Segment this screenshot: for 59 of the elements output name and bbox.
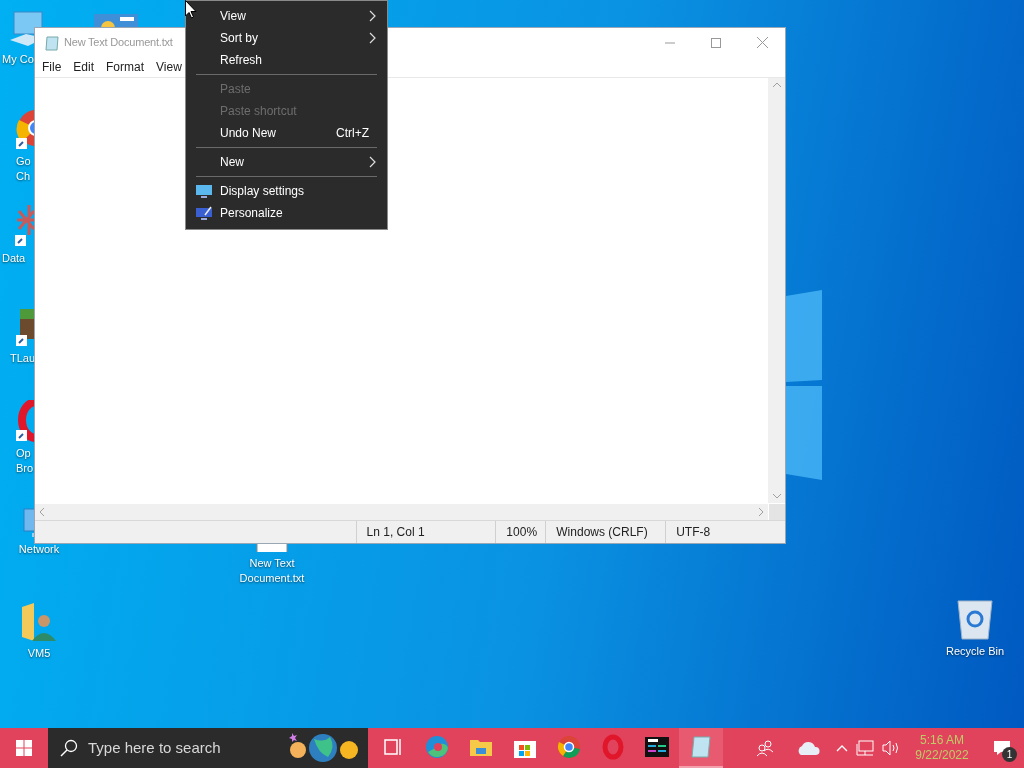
people-icon[interactable] [756,739,774,757]
icon-label[interactable]: Data [2,251,26,266]
clock-date[interactable]: 9/22/2022 [915,748,969,763]
menu-item[interactable]: Undo New Ctrl+Z [186,122,387,144]
notification-count: 1 [1002,747,1017,762]
mouse-pointer-icon [185,0,197,19]
window-title: New Text Document.txt [64,35,173,51]
notepad-icon[interactable] [688,734,714,760]
user-folder-icon [21,602,57,642]
icon-label[interactable]: Recycle Bin [945,644,1005,659]
chrome-icon[interactable] [556,734,582,760]
search-icon [60,739,78,757]
scroll-right-icon[interactable] [759,508,764,516]
icon-label[interactable]: New Text [249,556,295,571]
icon-label[interactable]: Bro [16,461,34,476]
monitor-icon [195,184,213,198]
menu-item[interactable]: File [36,58,68,76]
vertical-scrollbar[interactable] [768,78,785,503]
minimize-icon [665,41,675,44]
maximize-icon [711,37,721,48]
icon-label[interactable]: Go [16,154,31,169]
horizontal-scrollbar[interactable] [35,504,768,520]
menu-item[interactable]: Refresh [186,49,387,71]
icon-label[interactable]: VM5 [27,646,51,661]
menu-item[interactable]: New [186,151,387,173]
icon-label[interactable]: Document.txt [239,571,305,586]
cloud-icon[interactable] [796,740,820,756]
speaker-icon[interactable] [882,740,900,756]
status-text: UTF-8 [676,524,711,541]
scroll-left-icon[interactable] [39,508,44,516]
menu-item[interactable]: View [150,58,188,76]
icon-label[interactable]: My Co [2,52,34,67]
notepad-icon [44,34,60,51]
icon-label[interactable]: Op [16,446,31,461]
clock-time[interactable]: 5:16 AM [920,733,964,748]
scroll-up-icon[interactable] [772,82,781,87]
menu-item[interactable]: Sort by [186,27,387,49]
terminal-icon[interactable] [644,734,670,760]
status-text: 100% [506,524,538,541]
icon-label[interactable]: TLau [10,351,36,366]
recycle-bin-icon [957,600,993,640]
close-icon [756,37,768,48]
personalize-icon [195,206,213,220]
windows-logo-icon [16,740,32,756]
menu-item[interactable]: Display settings [186,180,387,202]
icon-label[interactable]: Network [18,542,60,557]
menu-item[interactable]: Format [100,58,151,76]
status-text: Windows (CRLF) [556,524,648,541]
search-field[interactable]: Type here to search [48,728,368,768]
chevron-up-icon[interactable] [836,744,848,752]
computer-icon [10,8,44,48]
icon-label[interactable]: Ch [16,169,31,184]
status-text: Ln 1, Col 1 [366,524,425,541]
scroll-down-icon[interactable] [772,494,781,499]
shortcut-text: Ctrl+Z [336,125,369,142]
menu-item[interactable]: Edit [67,58,101,76]
edge-icon[interactable] [424,734,450,760]
menu-item[interactable]: Personalize [186,202,387,224]
notifications-button[interactable]: 1 [980,728,1024,768]
